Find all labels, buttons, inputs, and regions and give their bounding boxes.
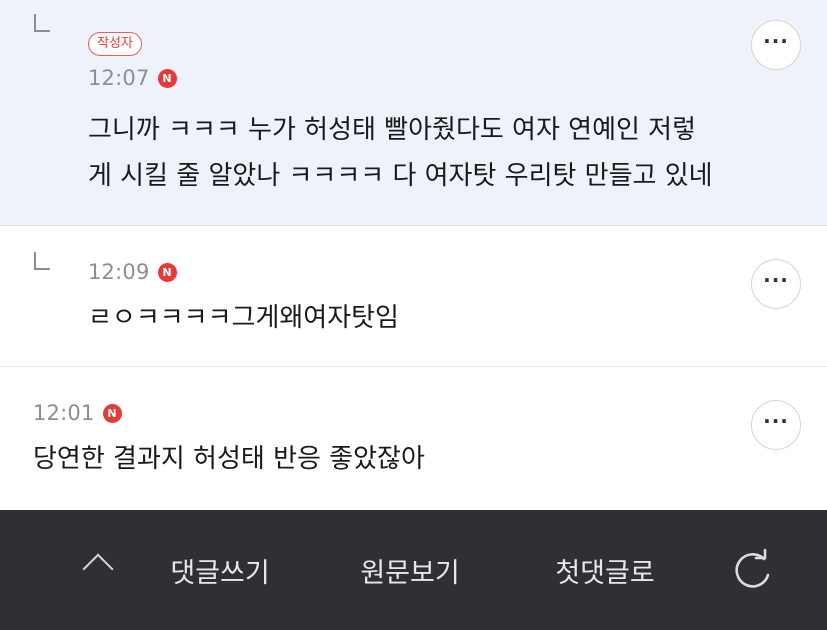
more-options-button[interactable]: ···	[751, 20, 801, 70]
view-original-button[interactable]: 원문보기	[330, 510, 490, 630]
comment-meta: 12:07 N	[88, 66, 177, 90]
more-horizontal-icon: ···	[763, 268, 789, 292]
comment-item: 12:01 N 당연한 결과지 허성태 반응 좋았잖아 ···	[0, 367, 827, 509]
author-badge: 작성자	[88, 32, 142, 56]
comment-time: 12:01	[33, 401, 95, 425]
comment-text: ㄹㅇㅋㅋㅋㅋ그게왜여자탓임	[88, 303, 399, 333]
comment-time: 12:07	[88, 66, 150, 90]
write-comment-button[interactable]: 댓글쓰기	[140, 510, 300, 630]
bottom-toolbar: 댓글쓰기 원문보기 첫댓글로	[0, 510, 827, 630]
new-badge: N	[157, 68, 177, 88]
reply-indicator-icon	[34, 252, 50, 270]
new-badge: N	[102, 403, 122, 423]
comment-time: 12:09	[88, 260, 150, 284]
comment-meta: 12:09 N	[88, 260, 177, 284]
scroll-top-button[interactable]	[30, 510, 114, 630]
more-horizontal-icon: ···	[763, 29, 789, 53]
more-horizontal-icon: ···	[763, 409, 789, 433]
comment-page: 작성자 12:07 N 그니까 ㅋㅋㅋ 누가 허성태 빨아줬다도 여자 연예인 …	[0, 0, 827, 630]
chevron-up-icon	[82, 553, 114, 585]
reply-indicator-icon	[34, 14, 50, 32]
comment-text-line: 그니까 ㅋㅋㅋ 누가 허성태 빨아줬다도 여자 연예인 저렇	[88, 115, 697, 145]
new-badge: N	[157, 262, 177, 282]
first-comment-button[interactable]: 첫댓글로	[525, 510, 685, 630]
comment-text: 그니까 ㅋㅋㅋ 누가 허성태 빨아줬다도 여자 연예인 저렇 게 시킬 줄 알았…	[88, 107, 713, 199]
comment-text-line: 게 시킬 줄 알았나 ㅋㅋㅋㅋ 다 여자탓 우리탓 만들고 있네	[88, 161, 713, 191]
refresh-button[interactable]	[715, 510, 790, 630]
refresh-icon	[734, 548, 769, 588]
comment-text: 당연한 결과지 허성태 반응 좋았잖아	[33, 444, 425, 474]
comment-meta: 12:01 N	[33, 401, 122, 425]
comment-item-author-reply: 작성자 12:07 N 그니까 ㅋㅋㅋ 누가 허성태 빨아줬다도 여자 연예인 …	[0, 0, 827, 225]
comment-item-reply: 12:09 N ㄹㅇㅋㅋㅋㅋ그게왜여자탓임 ···	[0, 226, 827, 366]
more-options-button[interactable]: ···	[751, 259, 801, 309]
more-options-button[interactable]: ···	[751, 400, 801, 450]
